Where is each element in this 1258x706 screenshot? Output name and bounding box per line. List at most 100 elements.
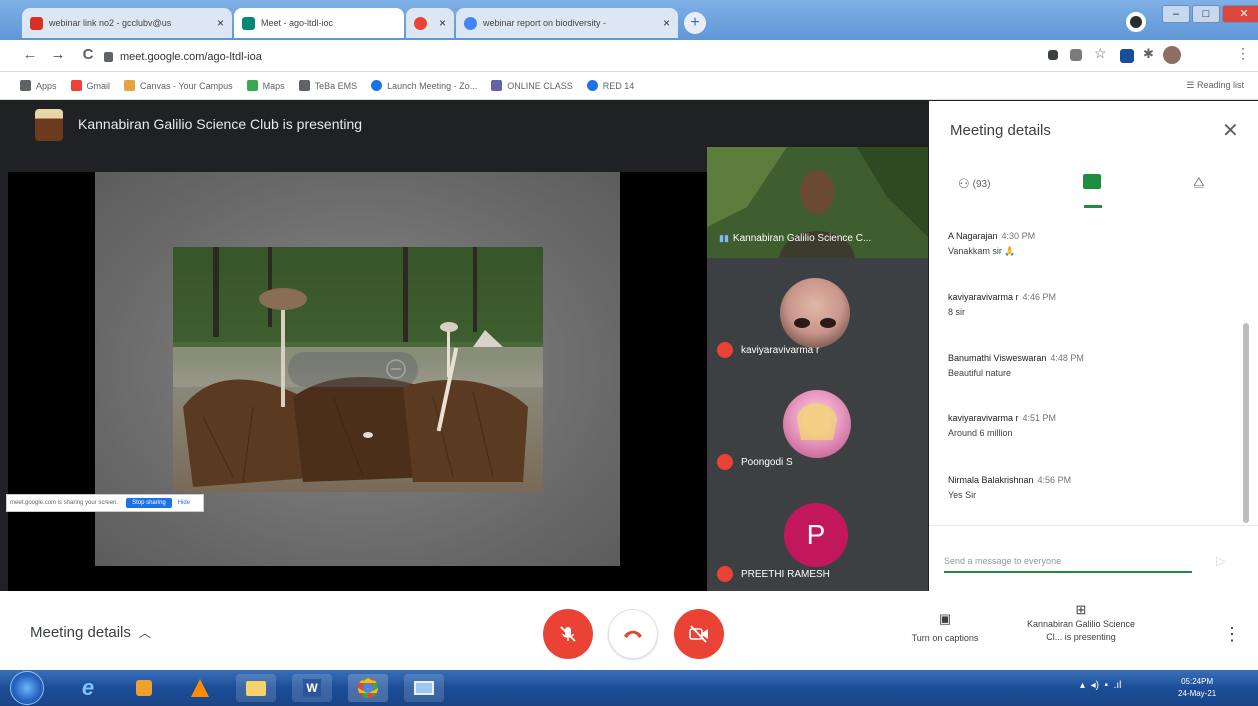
message-text: Yes Sir	[948, 490, 977, 500]
chat-message-input[interactable]: Send a message to everyone	[944, 553, 1192, 573]
participant-tile-presenter[interactable]: ▮▮ Kannabiran Galilio Science C...	[707, 147, 928, 258]
mic-toggle-button[interactable]	[543, 609, 593, 659]
tab-people[interactable]: ⚇ (93)	[958, 176, 990, 192]
chat-message: kaviyaravivarma r 4:46 PM 8 sir	[948, 292, 1178, 317]
back-button[interactable]: ←	[20, 46, 40, 63]
close-tab-icon[interactable]: ×	[663, 16, 670, 30]
send-icon[interactable]: ▷	[1216, 553, 1226, 569]
camera-toggle-button[interactable]	[674, 609, 724, 659]
screen-share-banner: meet.google.com is sharing your screen. …	[6, 494, 204, 512]
clock-date: 24-May-21	[1178, 689, 1217, 698]
star-icon[interactable]: ☆	[1094, 45, 1107, 62]
message-time: 4:30 PM	[1001, 231, 1036, 241]
mic-off-icon	[717, 454, 733, 470]
mic-off-icon	[717, 342, 733, 358]
people-icon: ⚇	[958, 176, 970, 191]
message-text: Around 6 million	[948, 428, 1013, 438]
system-tray[interactable]: ▴ ◂) ▪ .ıl	[1080, 680, 1121, 691]
vlc-icon[interactable]	[180, 674, 220, 702]
bookmark-red14[interactable]: RED 14	[586, 80, 634, 91]
reading-list-button[interactable]: ☰ Reading list	[1186, 80, 1244, 91]
message-time: 4:51 PM	[1022, 413, 1057, 423]
taskbar-clock[interactable]: 05:24PM 24-May-21	[1178, 676, 1216, 700]
presenter-tile-label: ▮▮ Kannabiran Galilio Science C...	[719, 233, 871, 244]
new-tab-button[interactable]: +	[684, 12, 706, 34]
forward-button[interactable]: →	[48, 46, 68, 63]
chrome-icon[interactable]	[348, 674, 388, 702]
profile-avatar[interactable]	[1163, 46, 1181, 64]
media-player-icon[interactable]	[124, 674, 164, 702]
tile-label: kaviyaravivarma r	[717, 342, 819, 358]
stop-sharing-button[interactable]: Stop sharing	[126, 498, 172, 508]
meeting-details-button[interactable]: Meeting details ︿	[30, 624, 151, 641]
participant-tile-preethi[interactable]: P PREETHI RAMESH	[707, 486, 928, 591]
browser-tab-meet[interactable]: Meet - ago-ltdl-ioc	[234, 8, 404, 38]
tab-chat[interactable]	[1083, 174, 1101, 189]
google-icon	[464, 16, 477, 30]
extension-icon[interactable]	[1120, 49, 1134, 63]
bookmark-gmail[interactable]: Gmail	[70, 80, 110, 91]
url-field[interactable]: meet.google.com/ago-ltdl-ioa	[120, 51, 262, 63]
active-tab-indicator	[1084, 205, 1102, 208]
close-tab-icon[interactable]: ×	[439, 16, 446, 30]
close-window-button[interactable]: ✕	[1222, 5, 1258, 23]
mic-off-icon	[560, 626, 576, 642]
share-banner-text: meet.google.com is sharing your screen.	[10, 500, 119, 506]
lock-icon[interactable]	[104, 52, 113, 62]
participant-name: Kannabiran Galilio Science C...	[732, 233, 872, 244]
file-explorer-icon[interactable]	[236, 674, 276, 702]
browser-tab-gmail[interactable]: webinar link no2 - gcclubv@us ×	[22, 8, 232, 38]
message-sender: A Nagarajan	[948, 231, 998, 241]
chat-message: Nirmala Balakrishnan 4:56 PM Yes Sir	[948, 475, 1178, 500]
presenter-banner: Kannabiran Galilio Science Club is prese…	[78, 116, 363, 132]
browser-tab-google-search[interactable]: webinar report on biodiversity - ×	[456, 8, 678, 38]
captions-icon: ▣	[938, 611, 952, 626]
chat-message: A Nagarajan 4:30 PM Vanakkam sir 🙏	[948, 231, 1178, 257]
reload-button[interactable]: C	[78, 46, 98, 63]
gmail-icon	[30, 16, 43, 30]
minimize-button[interactable]: –	[1162, 5, 1190, 23]
maximize-button[interactable]: □	[1192, 5, 1220, 23]
message-sender: Nirmala Balakrishnan	[948, 475, 1034, 485]
start-button[interactable]	[10, 671, 44, 705]
profile-icon[interactable]	[1126, 12, 1146, 32]
word-icon[interactable]: W	[292, 674, 332, 702]
close-tab-icon[interactable]: ×	[217, 16, 224, 30]
browser-tab-recording[interactable]: ×	[406, 8, 454, 38]
bookmark-teba-ems[interactable]: TeBa EMS	[298, 80, 357, 91]
message-time: 4:48 PM	[1050, 353, 1084, 363]
bookmark-online-class[interactable]: ONLINE CLASS	[491, 80, 573, 91]
activities-icon[interactable]: ⧋	[1193, 174, 1205, 190]
translate-icon[interactable]	[1070, 49, 1082, 61]
more-options-button[interactable]: ⋮	[1223, 624, 1241, 645]
internet-explorer-icon[interactable]: e	[68, 674, 108, 702]
presenter-avatar	[35, 109, 63, 141]
participant-name: Poongodi S	[741, 456, 793, 468]
close-panel-button[interactable]: ✕	[1222, 118, 1239, 143]
speaking-indicator-icon: ▮▮	[719, 233, 729, 243]
participant-tile-kaviya[interactable]: kaviyaravivarma r	[707, 258, 928, 374]
panel-title: Meeting details	[950, 122, 1051, 139]
message-time: 4:46 PM	[1022, 292, 1057, 302]
recording-icon	[414, 16, 427, 30]
hide-banner-button[interactable]: Hide	[178, 500, 190, 506]
leave-call-button[interactable]	[608, 609, 658, 659]
chat-scrollbar[interactable]	[1243, 323, 1249, 523]
camera-indicator-icon[interactable]	[1048, 50, 1058, 60]
captions-button[interactable]: ▣ Turn on captions	[895, 611, 995, 643]
bookmark-canvas[interactable]: Canvas - Your Campus	[124, 80, 233, 91]
remote-desktop-icon[interactable]	[404, 674, 444, 702]
bookmarks-bar: Apps Gmail Canvas - Your Campus Maps TeB…	[0, 72, 1258, 100]
bookmark-zoom[interactable]: Launch Meeting - Zo...	[371, 80, 477, 91]
extensions-puzzle-icon[interactable]: ✱	[1143, 46, 1154, 62]
participant-tile-poongodi[interactable]: Poongodi S	[707, 374, 928, 486]
bookmark-maps[interactable]: Maps	[246, 80, 285, 91]
message-sender: kaviyaravivarma r	[948, 413, 1019, 423]
tab-title: webinar link no2 - gcclubv@us	[49, 18, 172, 28]
bookmark-apps[interactable]: Apps	[20, 80, 57, 91]
captions-label: Turn on captions	[911, 633, 979, 643]
chat-message: Banumathi Visweswaran 4:48 PM Beautiful n…	[948, 353, 1178, 378]
browser-menu-icon[interactable]: ⋮	[1236, 45, 1250, 62]
presenting-label: Kannabiran Galilio Science Cl... is pres…	[1026, 619, 1136, 642]
presenting-button[interactable]: ⊞ Kannabiran Galilio Science Cl... is pr…	[1022, 603, 1140, 644]
